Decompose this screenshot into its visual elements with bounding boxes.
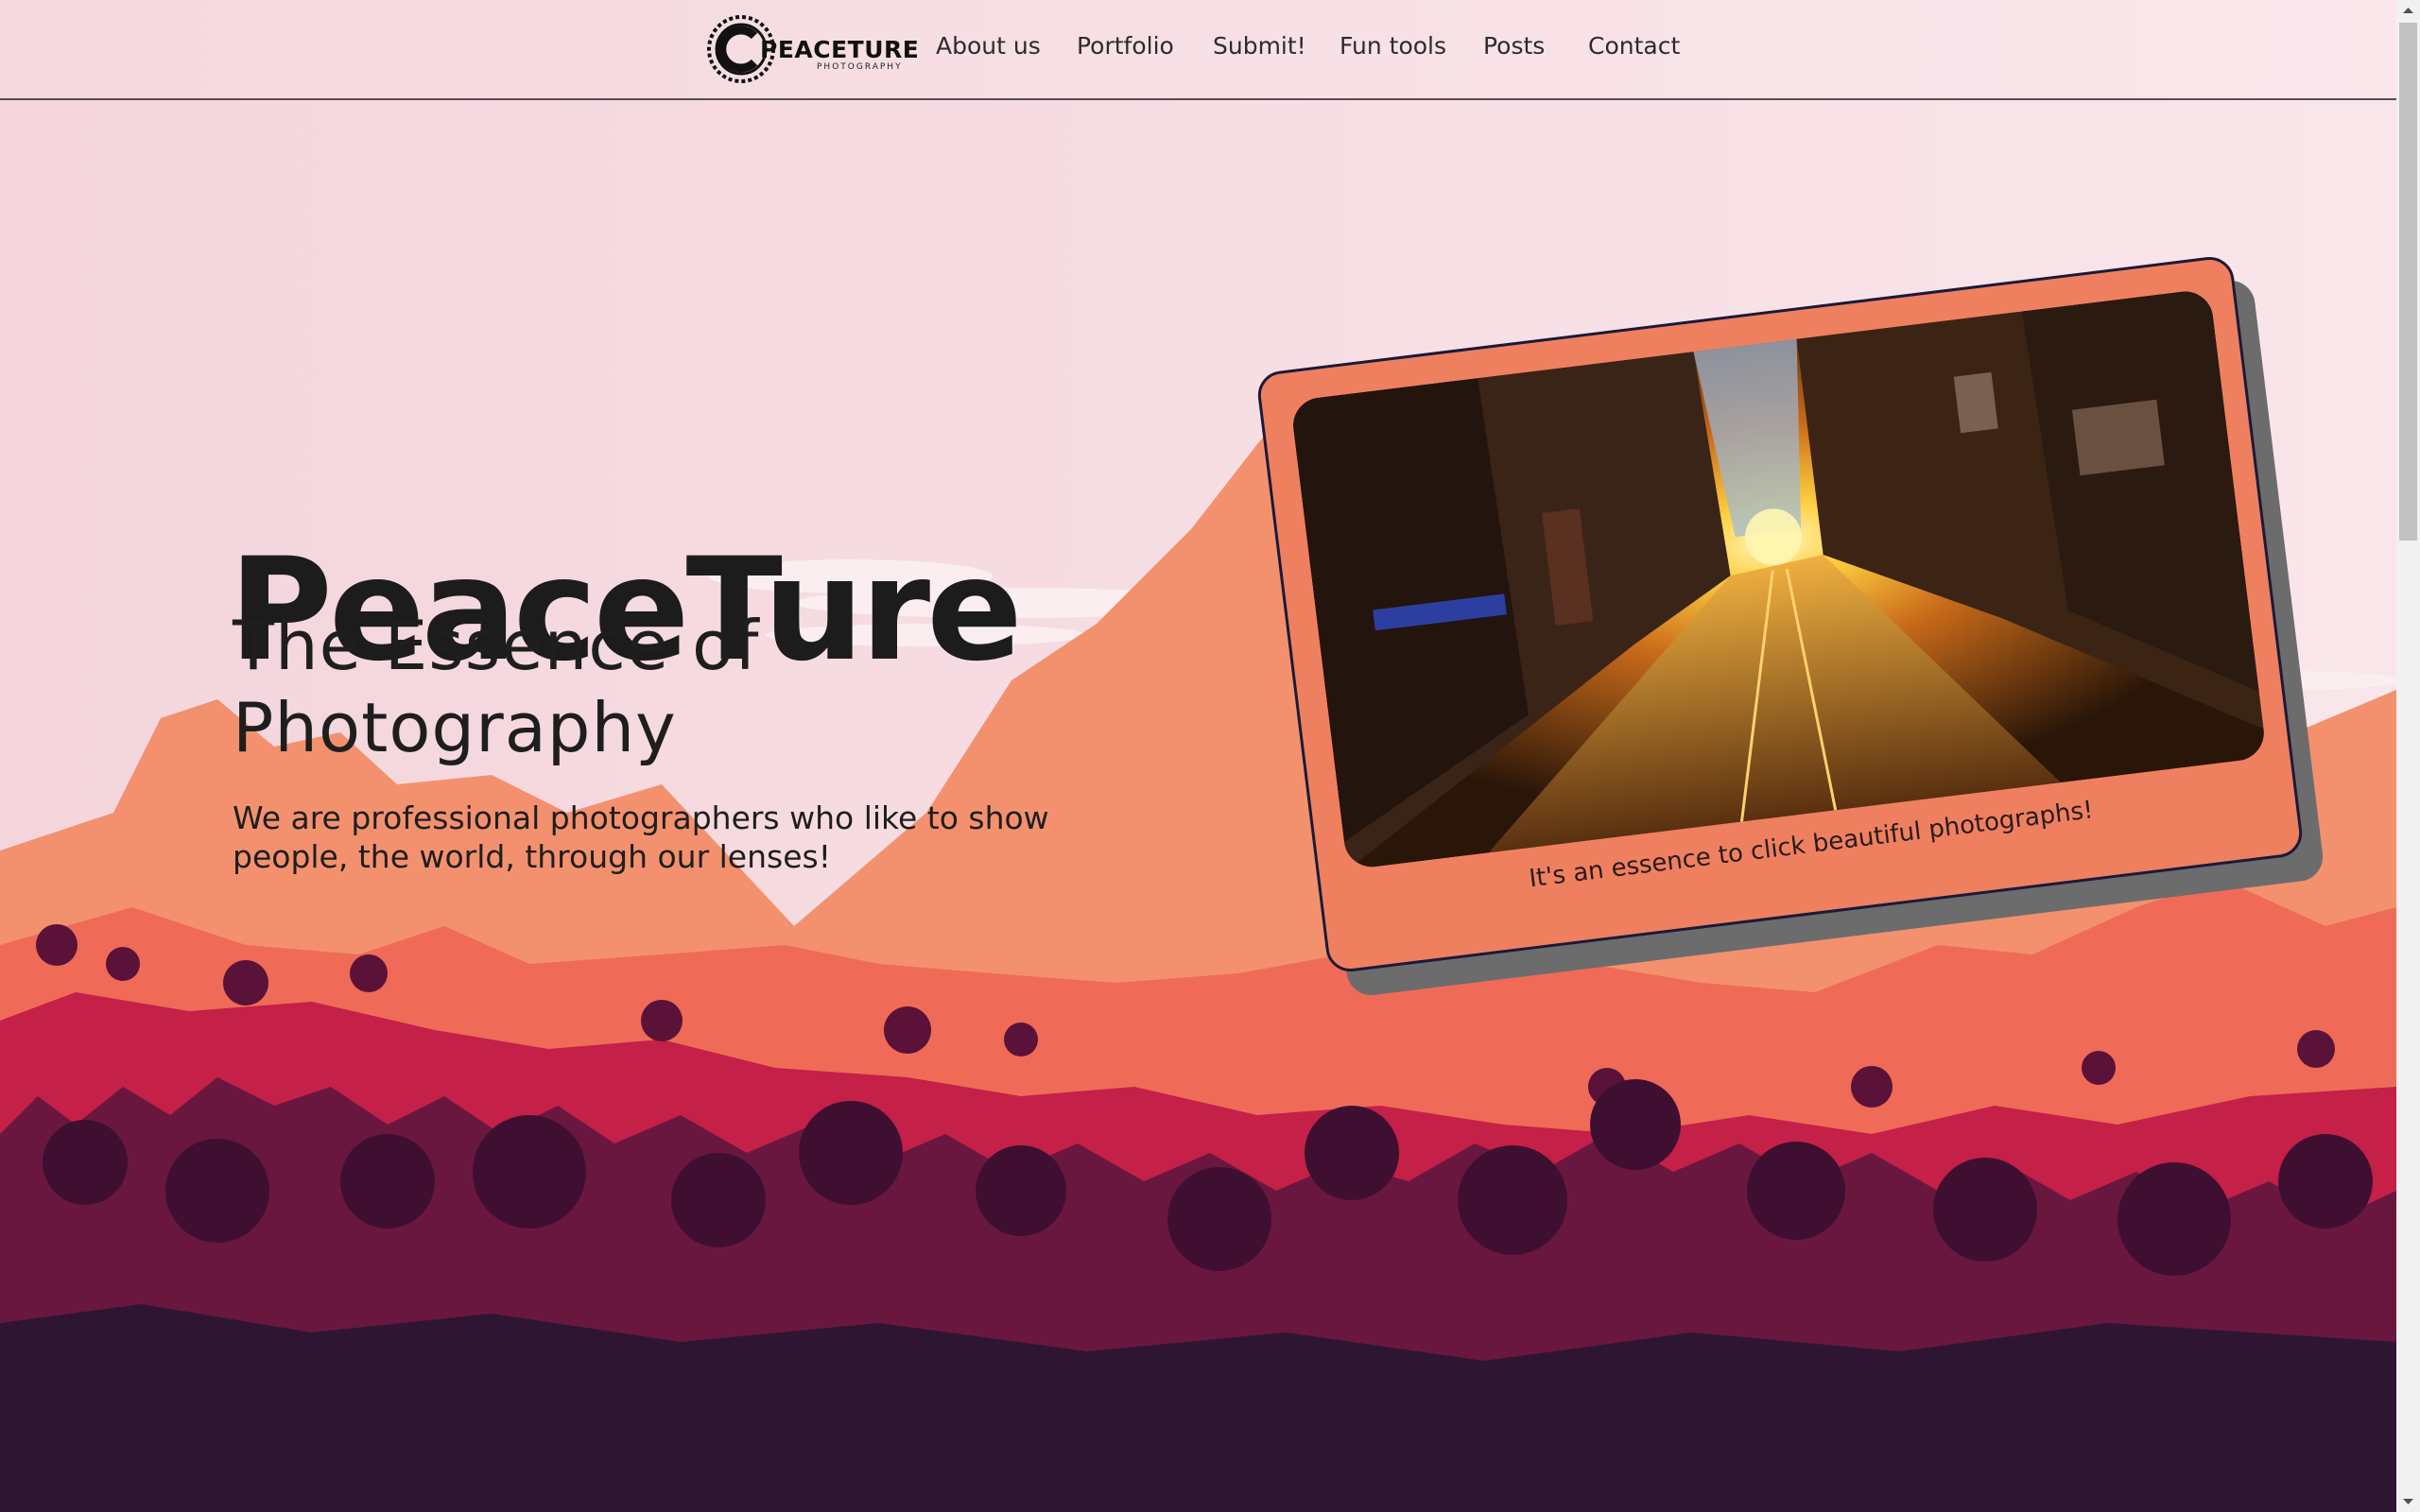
hero-subtitle: The Essence of Photography xyxy=(233,606,760,767)
logo-subtext: PHOTOGRAPHY xyxy=(817,62,903,72)
scroll-down-arrow-icon[interactable] xyxy=(2396,1491,2420,1512)
street-sunset-photo xyxy=(1289,288,2268,870)
nav-link-submit[interactable]: Submit! xyxy=(1213,32,1306,60)
page: PEACETURE PHOTOGRAPHY About us Portfolio… xyxy=(0,0,2396,1512)
navbar: PEACETURE PHOTOGRAPHY About us Portfolio… xyxy=(0,0,2396,100)
nav-link-portfolio[interactable]: Portfolio xyxy=(1077,32,1174,60)
scroll-thumb[interactable] xyxy=(2399,23,2417,541)
nav-link-posts[interactable]: Posts xyxy=(1483,32,1545,60)
logo-text[interactable]: PEACETURE xyxy=(760,36,919,63)
scroll-up-arrow-icon[interactable] xyxy=(2396,0,2420,21)
scrollbar[interactable] xyxy=(2396,0,2420,1512)
hero-description: We are professional photographers who li… xyxy=(233,799,1049,875)
nav-link-about-us[interactable]: About us xyxy=(936,32,1041,60)
nav-link-fun-tools[interactable]: Fun tools xyxy=(1340,32,1446,60)
photo-card: It's an essence to click beautiful photo… xyxy=(1254,254,2306,974)
nav-link-contact[interactable]: Contact xyxy=(1588,32,1680,60)
